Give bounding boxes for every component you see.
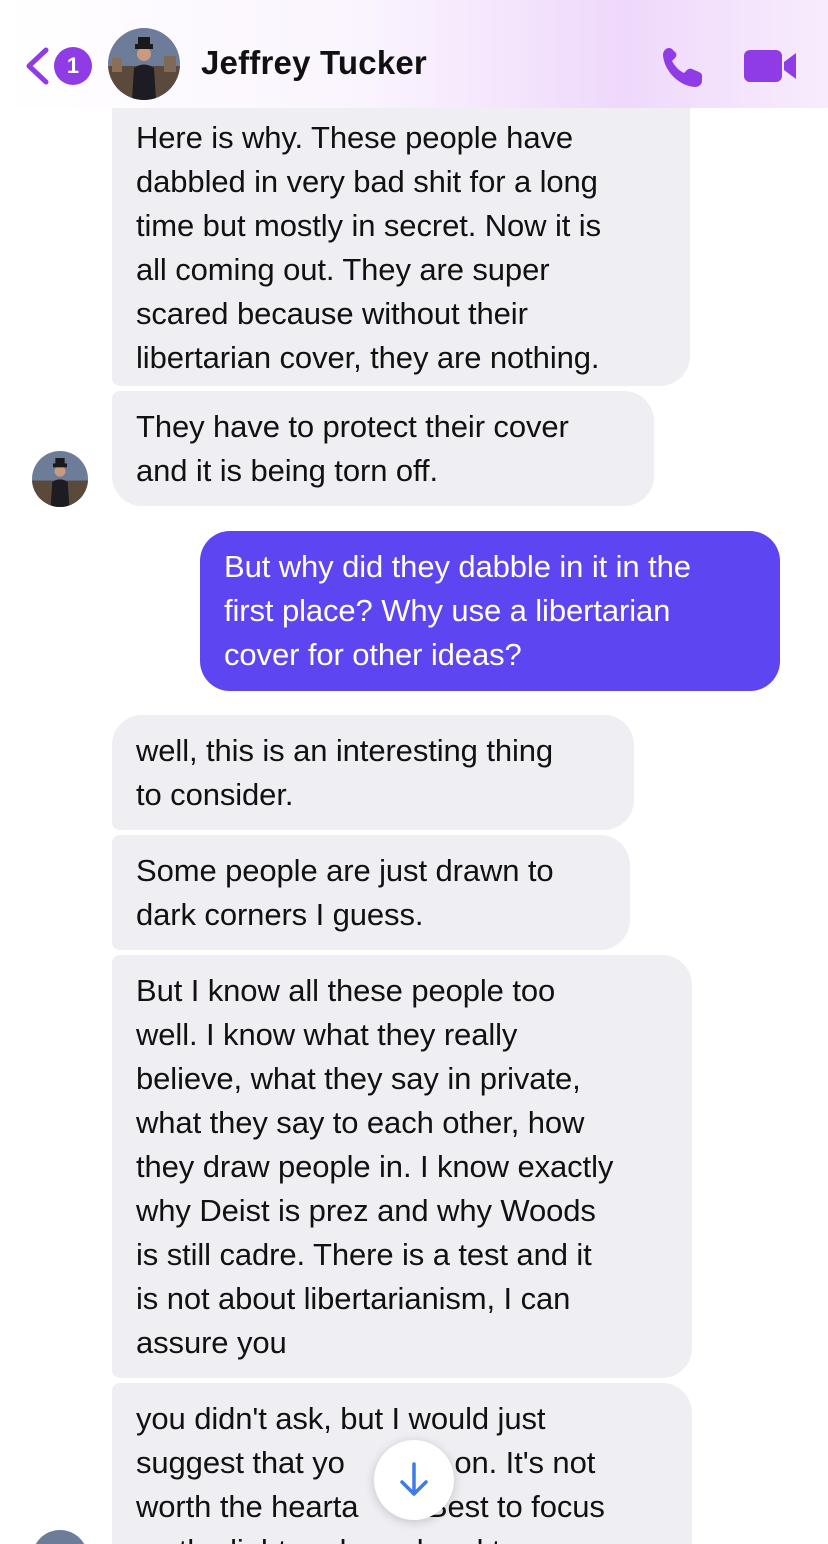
message-text-line: believe, what they say in private, [136,1061,581,1096]
message-bubble[interactable]: well, this is an interesting thing to co… [112,715,634,830]
message-bubble[interactable]: But I know all these people too well. I … [112,955,692,1378]
message-text-line: Here is why. These people have [136,120,573,155]
message-text-line: well. I know what they really [136,1017,518,1052]
arrow-down-icon [400,1462,428,1496]
video-camera-icon[interactable] [742,48,798,84]
message-text-line: They have to protect their cover [136,409,569,444]
phone-icon[interactable] [660,44,706,90]
message-text-line: you didn't ask, but I would just [136,1401,546,1436]
message-bubble-outgoing[interactable]: But why did they dabble in it in the fir… [200,531,780,691]
message-bubble[interactable]: Some people are just drawn to dark corne… [112,835,630,950]
message-text-line: time but mostly in secret. Now it is [136,208,601,243]
unread-badge: 1 [54,47,92,85]
message-text-line: to consider. [136,777,294,812]
message-text-line: is not about libertarianism, I can [136,1281,571,1316]
scroll-to-bottom-button[interactable] [374,1440,454,1520]
message-text-line: what they say to each other, how [136,1105,585,1140]
chevron-left-icon [26,47,49,85]
message-text-line: why Deist is prez and why Woods [136,1193,596,1228]
message-text-line: all coming out. They are super [136,252,550,287]
contact-avatar[interactable] [108,28,180,100]
message-text-line: is still cadre. There is a test and it [136,1237,592,1272]
sender-avatar[interactable] [32,451,88,507]
message-text-line: But why did they dabble in it in the [224,549,691,584]
message-text-line: assure you [136,1325,287,1360]
message-text-line: they draw people in. I know exactly [136,1149,614,1184]
conversation-header: 1 Jeffrey Tucker [0,0,828,108]
contact-name[interactable]: Jeffrey Tucker [201,44,427,82]
message-text-line: first place? Why use a libertarian [224,593,671,628]
message-text-line: well, this is an interesting thing [136,733,554,768]
message-text-line: Some people are just drawn to [136,853,554,888]
sender-avatar[interactable] [32,1530,88,1544]
message-text-line: libertarian cover, they are nothing. [136,340,600,375]
message-text-line: dabbled in very bad shit for a long [136,164,598,199]
message-bubble[interactable]: Here is why. These people have dabbled i… [112,108,690,386]
message-text-line: scared because without their [136,296,528,331]
message-text-line: and it is being torn off. [136,453,438,488]
message-text-line: dark corners I guess. [136,897,424,932]
message-text-line: on the light and good and true [136,1529,668,1544]
message-text-line: cover for other ideas? [224,637,522,672]
message-text-line: But I know all these people too [136,973,556,1008]
message-bubble[interactable]: They have to protect their cover and it … [112,391,654,506]
back-button[interactable]: 1 [24,44,92,88]
